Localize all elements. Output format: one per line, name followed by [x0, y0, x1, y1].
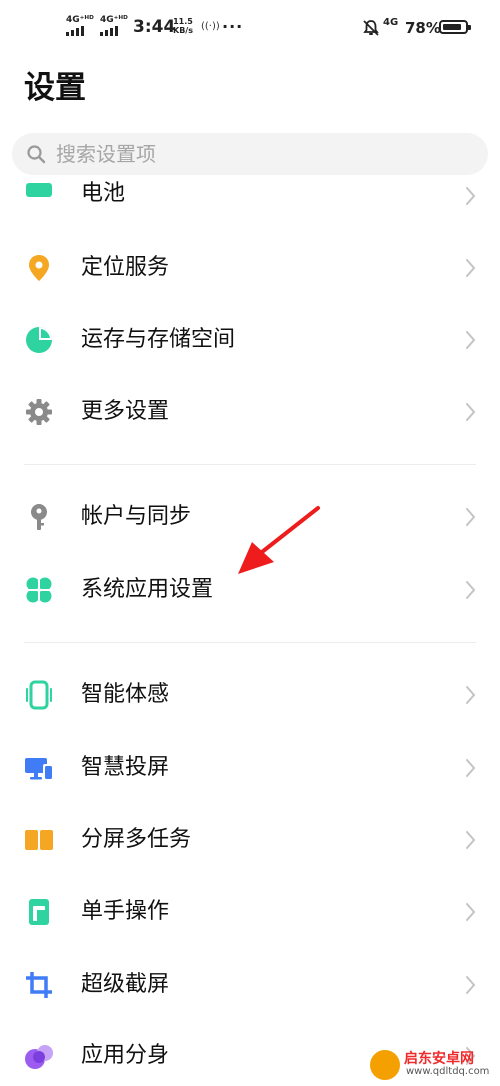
chevron-right-icon [466, 508, 476, 526]
settings-item-label: 超级截屏 [81, 972, 170, 997]
settings-item-split-screen[interactable]: 分屏多任务 [0, 810, 500, 870]
chevron-right-icon [466, 259, 476, 277]
settings-item-one-hand[interactable]: 单手操作 [0, 882, 500, 942]
chevron-right-icon [466, 759, 476, 777]
settings-item-accounts-sync[interactable]: 帐户与同步 [0, 487, 500, 547]
chevron-right-icon [466, 686, 476, 704]
settings-item-storage[interactable]: 运存与存储空间 [0, 310, 500, 370]
settings-item-label: 分屏多任务 [81, 827, 192, 852]
sim2-signal-icon: 4G⁺ᴴᴰ [100, 16, 128, 36]
settings-item-location[interactable]: 定位服务 [0, 238, 500, 298]
settings-item-super-screenshot[interactable]: 超级截屏 [0, 955, 500, 1015]
settings-item-smart-motion[interactable]: 智能体感 [0, 665, 500, 725]
section-divider [24, 642, 476, 643]
sim2-label: 4G⁺ᴴᴰ [100, 15, 128, 25]
chevron-right-icon [466, 581, 476, 599]
chevron-right-icon [466, 831, 476, 849]
settings-item-label: 定位服务 [81, 255, 170, 280]
net-speed-value: 11.5 [173, 17, 193, 26]
split-screen-icon [25, 830, 53, 850]
chevron-right-icon [466, 976, 476, 994]
chevron-right-icon [466, 403, 476, 421]
crop-icon [26, 972, 52, 998]
battery-icon [26, 183, 52, 197]
watermark: 启东安卓网 www.qdltdq.com [370, 1046, 498, 1082]
battery-status-icon [439, 20, 471, 34]
storage-pie-icon [26, 327, 52, 353]
one-hand-icon [29, 899, 49, 925]
clover-icon [26, 577, 52, 603]
watermark-logo-icon [370, 1050, 400, 1080]
sim1-signal-icon: 4G⁺ᴴᴰ [66, 16, 94, 36]
battery-percent: 78% [405, 19, 441, 37]
settings-item-more-settings[interactable]: 更多设置 [0, 382, 500, 442]
phone-motion-icon [26, 680, 52, 710]
screen-cast-icon [25, 758, 53, 780]
settings-item-label: 智能体感 [81, 682, 170, 707]
chevron-right-icon [466, 903, 476, 921]
settings-item-label: 智慧投屏 [81, 755, 170, 780]
app-clone-icon [25, 1045, 53, 1069]
clock: 3:44 [133, 17, 176, 37]
settings-item-label: 帐户与同步 [81, 504, 192, 529]
settings-item-screen-cast[interactable]: 智慧投屏 [0, 738, 500, 798]
settings-item-label: 单手操作 [81, 899, 170, 924]
settings-item-label: 运存与存储空间 [81, 327, 236, 352]
key-icon [31, 504, 47, 530]
settings-item-label: 更多设置 [81, 399, 170, 424]
hotspot-icon: ((·)) [201, 21, 220, 32]
location-icon [29, 255, 49, 281]
sim1-label: 4G⁺ᴴᴰ [66, 15, 94, 25]
status-bar: 4G⁺ᴴᴰ 4G⁺ᴴᴰ 3:44 11.5 KB/s ((·)) ··· 4G … [0, 0, 500, 56]
more-notifications-icon: ··· [222, 17, 244, 36]
mute-bell-icon [363, 20, 379, 36]
net-speed: 11.5 KB/s [173, 17, 193, 35]
network-type-icon: 4G [383, 17, 399, 28]
settings-item-label: 应用分身 [81, 1043, 170, 1068]
settings-item-system-apps[interactable]: 系统应用设置 [0, 560, 500, 620]
settings-item-label: 电池 [81, 181, 126, 206]
watermark-url: www.qdltdq.com [406, 1066, 490, 1077]
net-speed-unit: KB/s [173, 26, 193, 35]
chevron-right-icon [466, 187, 476, 205]
gear-icon [26, 399, 52, 425]
settings-item-battery[interactable]: 电池 [0, 166, 500, 210]
search-icon [27, 145, 46, 164]
page-title: 设置 [24, 70, 86, 106]
watermark-name: 启东安卓网 [404, 1051, 474, 1067]
section-divider [24, 464, 476, 465]
settings-item-label: 系统应用设置 [81, 577, 214, 602]
chevron-right-icon [466, 331, 476, 349]
